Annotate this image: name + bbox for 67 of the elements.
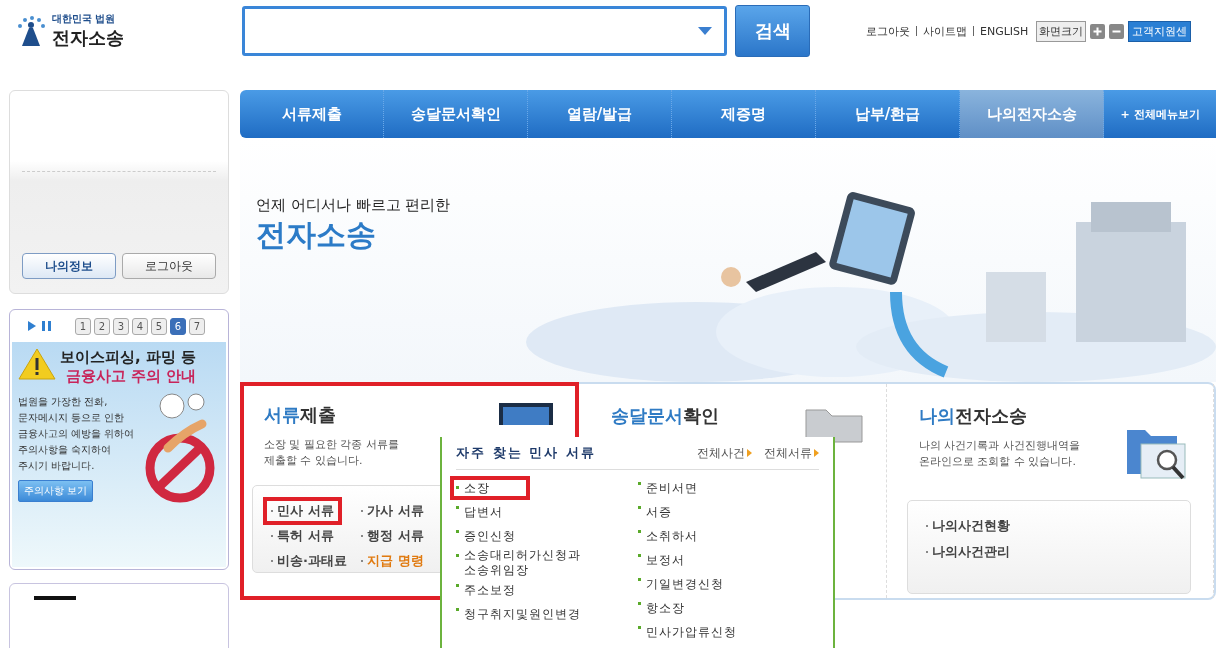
popup-document-link[interactable]: 기일변경신청 [638, 572, 808, 596]
banner-page-button[interactable]: 7 [189, 317, 205, 335]
document-link[interactable]: 비송·과태료 [271, 551, 361, 570]
logo-subtitle: 대한민국 법원 [52, 12, 117, 26]
popup-document-link[interactable]: 청구취지및원인변경 [456, 602, 626, 626]
document-link[interactable]: 민사 서류 [263, 496, 342, 525]
popup-document-link[interactable]: 주소보정 [456, 578, 626, 602]
banner-text: 주의사항을 숙지하여 [18, 443, 113, 457]
minus-icon[interactable] [1109, 23, 1125, 39]
popup-document-link[interactable]: 민사가압류신청 [638, 620, 808, 644]
warning-icon [18, 348, 56, 380]
font-size-label: 화면크기 [1036, 20, 1087, 42]
popup-document-link[interactable]: 소장 [450, 476, 530, 500]
banner-page-button[interactable]: 2 [94, 317, 110, 335]
banner-page-button[interactable]: 4 [132, 317, 148, 335]
search-field[interactable] [242, 6, 727, 56]
monitor-icon [499, 403, 553, 425]
hero-tagline: 언제 어디서나 빠르고 편리한 [256, 196, 451, 215]
caret-icon[interactable] [698, 27, 712, 35]
document-link[interactable]: 나의사건관리 [926, 543, 1172, 561]
banner-text: 주시기 바랍니다. [18, 459, 96, 473]
service-title[interactable]: 서류제출 [264, 403, 399, 427]
support-button[interactable]: 고객지원센 [1128, 20, 1192, 42]
service-description: 제출할 수 있습니다. [264, 453, 364, 469]
banner-page-button[interactable]: 3 [113, 317, 129, 335]
service-title[interactable]: 나의전자소송 [919, 404, 1080, 428]
play-icon[interactable] [28, 321, 36, 331]
service-description: 나의 사건기록과 사건진행내역을 [919, 438, 1080, 454]
banner-page-button[interactable]: 5 [151, 317, 167, 335]
document-link[interactable]: 나의사건현황 [926, 517, 1172, 535]
banner-page-button[interactable]: 1 [75, 317, 91, 335]
banner-headline: 금융사고 주의 안내 [65, 367, 197, 386]
popup-document-link[interactable]: 소취하서 [638, 524, 808, 548]
popup-document-link[interactable]: 서증 [638, 500, 808, 524]
popup-title: 자주 찾는 민사 서류 [456, 444, 596, 462]
banner-text: 문자메시지 등으로 인한 [18, 411, 126, 425]
document-link[interactable]: 가사 서류 [361, 501, 451, 520]
popup-link[interactable]: 전체사건 [697, 444, 752, 462]
popup-document-link[interactable]: 답변서 [456, 500, 626, 524]
service-description: 소장 및 필요한 각종 서류를 [264, 437, 399, 453]
top-link[interactable]: 사이트맵 [923, 23, 967, 39]
service-title[interactable]: 송달문서확인 [611, 404, 719, 428]
top-link[interactable]: ENGLISH [980, 24, 1029, 38]
banner-page-button[interactable]: 6 [170, 317, 186, 335]
service-description: 온라인으로 조회할 수 있습니다. [919, 454, 1077, 470]
dark-block [34, 596, 76, 600]
all-menu-link[interactable]: + 전체메뉴보기 [1104, 90, 1216, 138]
popup-document-link[interactable]: 보정서 [638, 548, 808, 572]
banner-headline: 보이스피싱, 파밍 등 [60, 348, 197, 367]
document-link[interactable]: 특허 서류 [271, 526, 361, 545]
popup-document-link[interactable]: 준비서면 [638, 476, 808, 500]
plus-icon[interactable] [1090, 23, 1106, 39]
login-panel-button[interactable]: 로그아웃 [122, 253, 216, 279]
pause-icon[interactable] [42, 321, 51, 331]
popup-document-link[interactable]: 증인신청 [456, 524, 626, 548]
login-panel-button[interactable]: 나의정보 [22, 253, 116, 279]
popup-link[interactable]: 전체서류 [764, 444, 819, 462]
popup-document-link[interactable]: 소송대리허가신청과 소송위임장 [456, 548, 626, 578]
banner-text: 금융사고의 예방을 위하여 [18, 427, 135, 441]
popup-document-link[interactable]: 항소장 [638, 596, 808, 620]
arrow-icon [814, 449, 819, 457]
hero-title: 전자소송 [256, 216, 377, 254]
logo-title: 전자소송 [52, 26, 124, 50]
arrow-icon [747, 449, 752, 457]
document-link[interactable]: 행정 서류 [361, 526, 451, 545]
banner-text: 법원을 가장한 전화, [18, 395, 109, 409]
top-link[interactable]: 로그아웃 [866, 23, 910, 39]
